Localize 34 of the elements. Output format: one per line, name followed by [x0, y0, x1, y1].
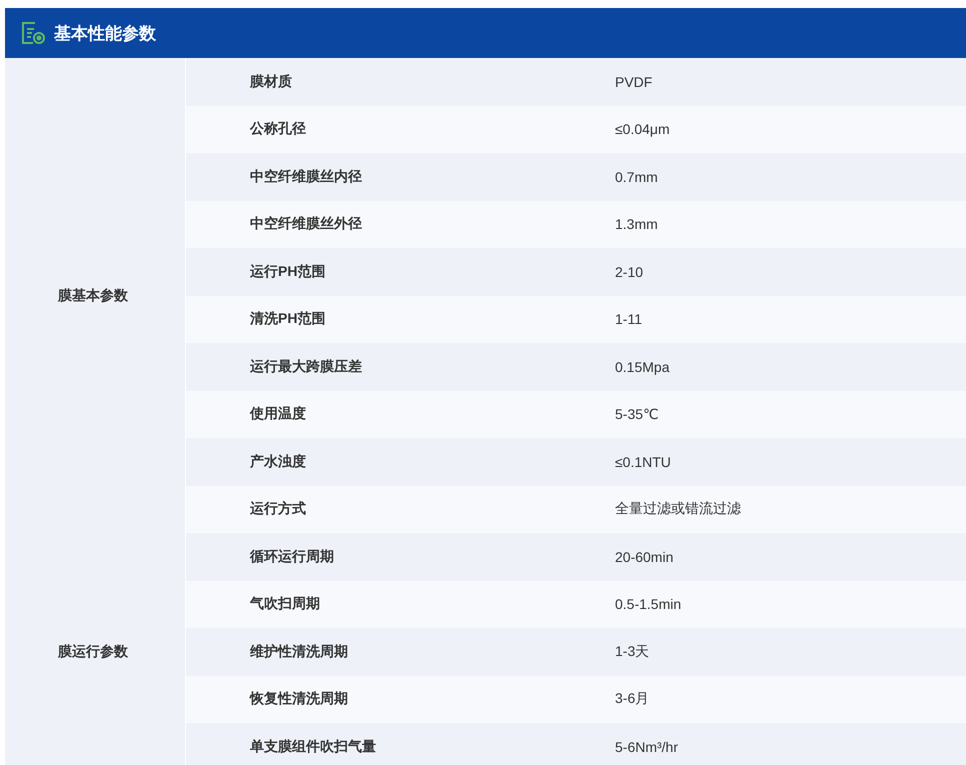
- parameter-value: 0.7mm: [615, 168, 658, 185]
- parameter-value: 3-6月: [615, 690, 650, 706]
- parameter-name: 气吹扫周期: [250, 595, 320, 612]
- parameter-name: 恢复性清洗周期: [250, 690, 348, 706]
- parameter-value: PVDF: [615, 74, 652, 90]
- parameter-value: ≤0.04μm: [615, 121, 670, 138]
- document-gear-icon: [20, 21, 46, 45]
- parameter-name: 维护性清洗周期: [250, 642, 348, 659]
- parameter-name: 运行PH范围: [250, 262, 326, 279]
- parameter-name: 使用温度: [250, 405, 306, 422]
- parameter-name: 中空纤维膜丝内径: [250, 168, 362, 184]
- group-cell: 膜运行参数: [5, 533, 185, 765]
- parameter-name: 膜材质: [250, 72, 292, 89]
- parameter-name: 运行方式: [250, 500, 306, 516]
- parameter-name: 中空纤维膜丝外径: [250, 215, 362, 232]
- parameter-value: 5-6Nm³/hr: [615, 738, 678, 755]
- parameter-name: 产水浊度: [250, 452, 306, 469]
- parameter-value: 全量过滤或错流过滤: [615, 500, 741, 516]
- parameter-value: ≤0.1NTU: [615, 454, 671, 470]
- parameter-name: 单支膜组件吹扫气量: [250, 738, 376, 754]
- parameter-value: 1.3mm: [615, 216, 658, 232]
- parameter-value: 1-3天: [615, 642, 650, 659]
- parameter-value: 0.15Mpa: [615, 358, 670, 375]
- parameter-value: 2-10: [615, 264, 644, 280]
- parameter-value: 1-11: [615, 311, 642, 328]
- parameter-value: 0.5-1.5min: [615, 596, 682, 612]
- parameter-value: 5-35℃: [615, 406, 659, 422]
- parameter-value: 20-60min: [615, 548, 674, 565]
- panel-title: 基本性能参数: [54, 22, 156, 44]
- group-cell: 膜基本参数: [5, 58, 185, 533]
- parameter-name: 运行最大跨膜压差: [250, 358, 362, 374]
- parameter-name: 公称孔径: [250, 120, 306, 136]
- parameter-name: 清洗PH范围: [250, 310, 326, 326]
- parameter-name: 循环运行周期: [250, 548, 334, 564]
